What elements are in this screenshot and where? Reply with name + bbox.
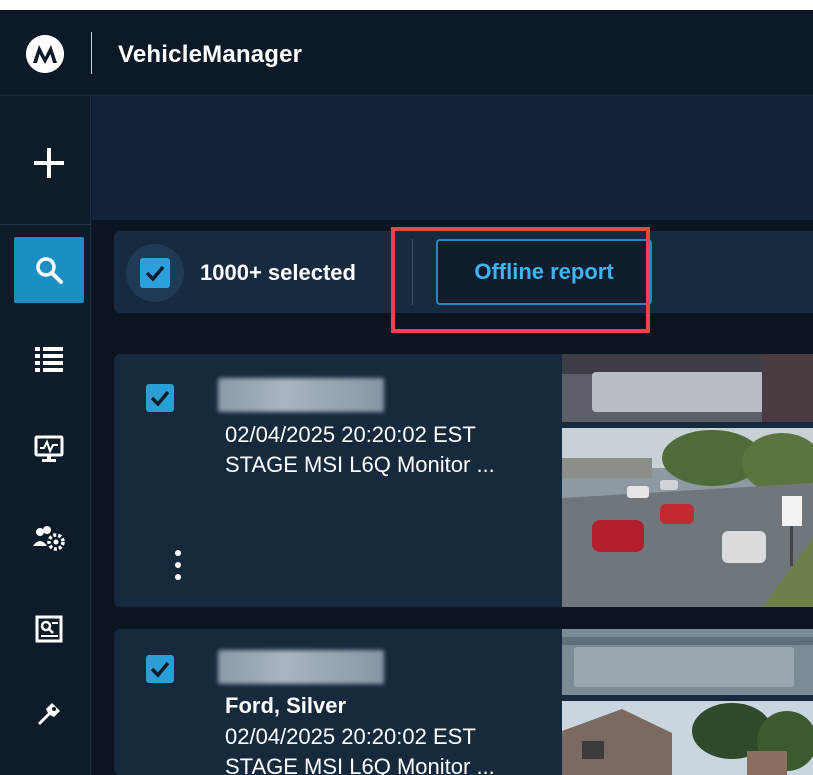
key-icon [38,703,60,725]
sidebar-item-search[interactable] [14,237,84,303]
sidebar-item-report[interactable] [14,596,84,662]
app-window: VehicleManager 1000+ selected Offline re… [0,10,813,775]
more-options-icon[interactable] [174,550,182,586]
toolbar-separator [412,239,413,305]
motorola-logo-icon [26,35,64,73]
checkmark-icon [145,265,165,282]
list-icon [35,347,63,372]
select-all-checkbox-wrap[interactable] [126,244,184,302]
sidebar-item-user-settings[interactable] [14,506,84,572]
sidebar-item-monitor[interactable] [14,416,84,482]
result-checkbox[interactable] [146,384,174,412]
plus-icon [34,148,64,178]
sidebar-separator [0,224,91,225]
vehicle-thumbnail[interactable] [562,701,813,775]
content-header [92,96,813,220]
plate-thumbnail[interactable] [562,354,813,422]
offline-report-button[interactable]: Offline report [436,239,652,305]
title-divider [91,32,92,74]
result-card[interactable]: 02/04/2025 20:20:02 EST STAGE MSI L6Q Mo… [114,354,813,607]
selection-bar: 1000+ selected Offline report [114,231,813,313]
selected-count: 1000+ selected [200,260,356,285]
top-bar: VehicleManager [0,10,813,96]
result-card[interactable]: Ford, Silver 02/04/2025 20:20:02 EST STA… [114,629,813,775]
report-icon [35,615,63,643]
sidebar-item-list[interactable] [14,326,84,392]
result-checkbox[interactable] [146,655,174,683]
result-camera: STAGE MSI L6Q Monitor ... [225,452,495,477]
sidebar [0,96,91,775]
blurred-plate [218,650,384,684]
select-all-checkbox[interactable] [140,258,170,288]
sidebar-item-keys[interactable] [14,681,84,747]
vehicle-thumbnail[interactable] [562,428,813,607]
sidebar-item-add[interactable] [14,130,84,196]
blurred-plate [218,378,384,412]
result-camera: STAGE MSI L6Q Monitor ... [225,754,495,775]
result-vehicle: Ford, Silver [225,693,347,718]
main-content: 1000+ selected Offline report 02/04/2025… [92,96,813,775]
result-timestamp: 02/04/2025 20:20:02 EST [225,422,476,447]
monitor-icon [34,435,64,462]
users-gear-icon [33,526,65,551]
plate-thumbnail[interactable] [562,629,813,695]
result-timestamp: 02/04/2025 20:20:02 EST [225,724,476,749]
checkmark-icon [150,661,170,678]
search-icon [36,257,63,284]
checkmark-icon [150,390,170,407]
app-title: VehicleManager [118,41,303,68]
